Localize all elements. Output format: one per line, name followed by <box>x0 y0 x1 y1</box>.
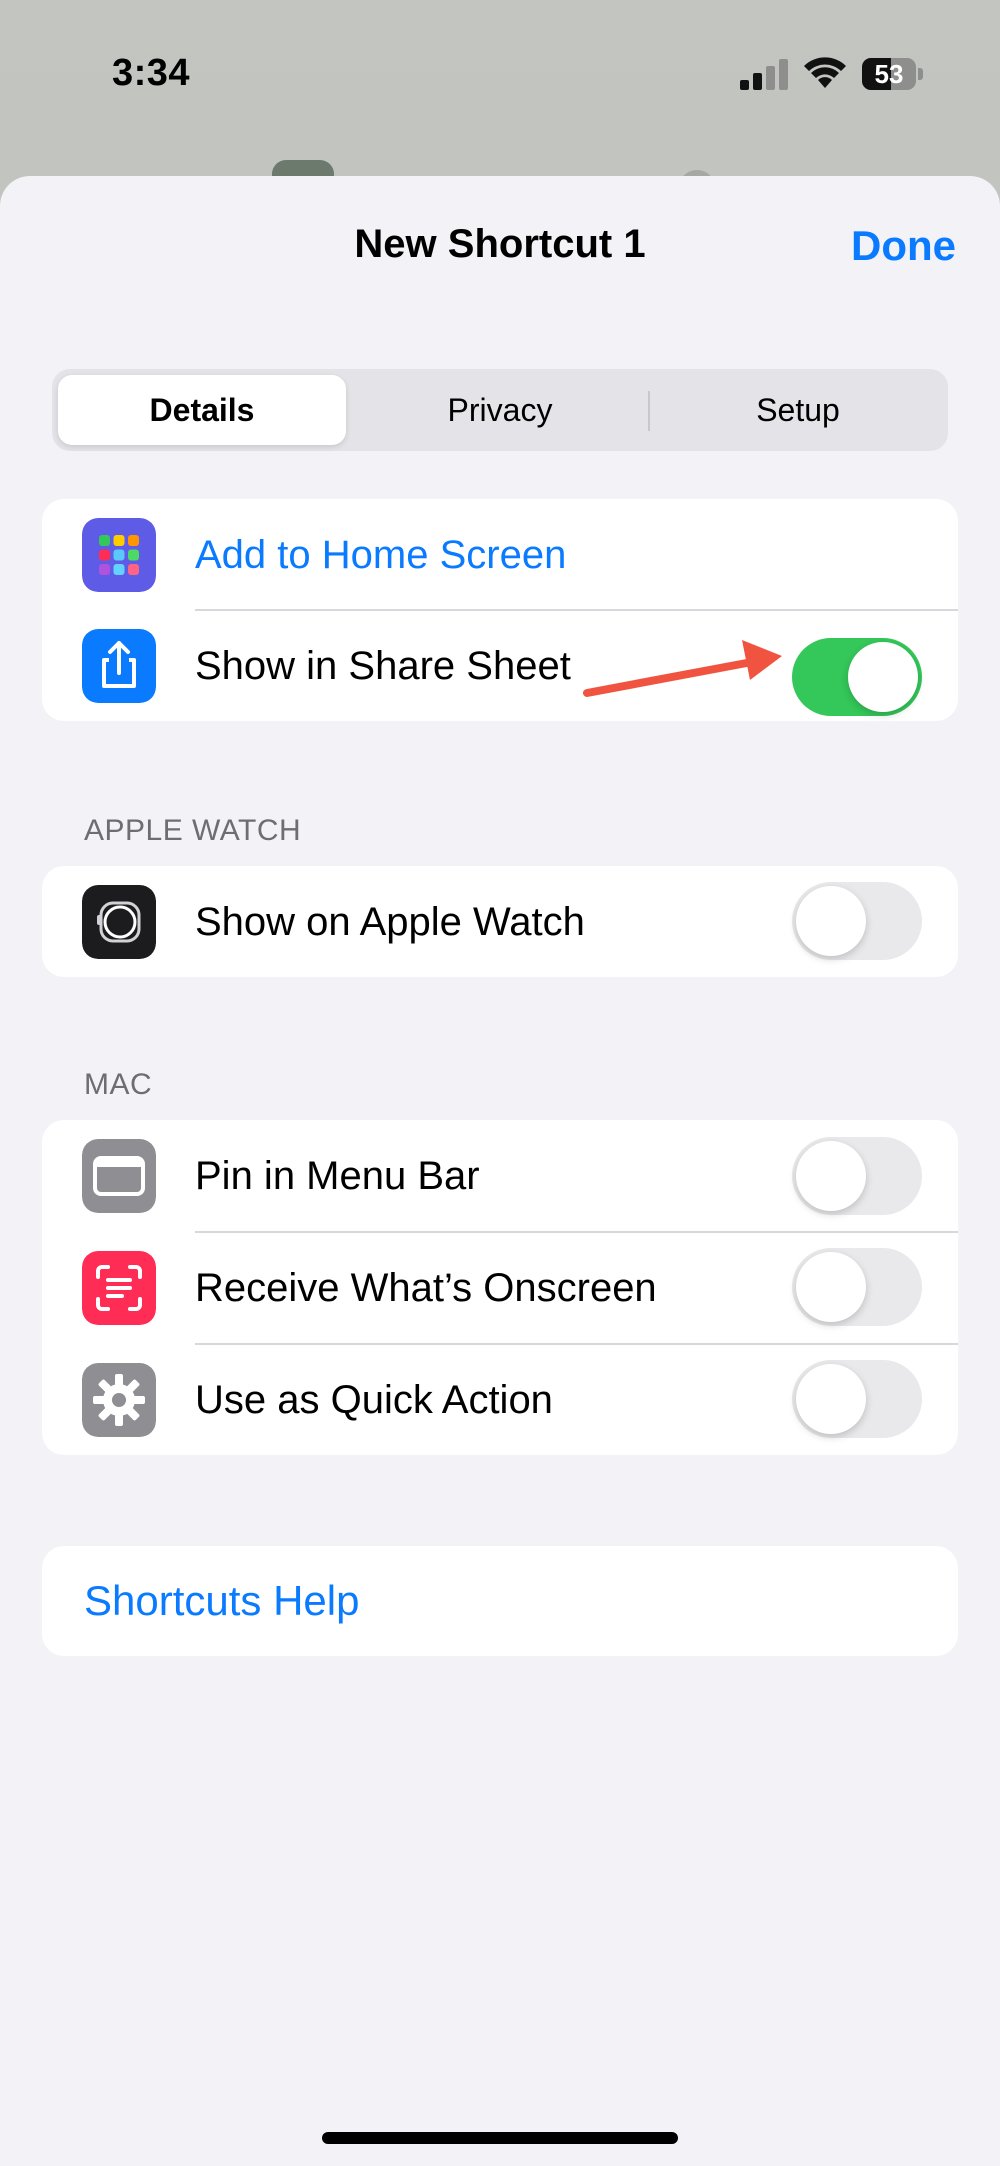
text-scan-icon <box>82 1251 156 1325</box>
receive-onscreen-row: Receive What’s Onscreen <box>42 1232 958 1344</box>
gear-icon <box>82 1363 156 1437</box>
show-on-watch-toggle[interactable] <box>792 882 922 960</box>
show-on-watch-row: Show on Apple Watch <box>42 866 958 977</box>
show-on-watch-label: Show on Apple Watch <box>195 900 585 944</box>
apple-watch-icon <box>82 885 156 959</box>
apple-watch-section-header: APPLE WATCH <box>84 814 302 847</box>
apple-watch-group: Show on Apple Watch <box>42 866 958 977</box>
quick-action-row: Use as Quick Action <box>42 1344 958 1455</box>
receive-onscreen-toggle[interactable] <box>792 1248 922 1326</box>
shortcuts-help-link[interactable]: Shortcuts Help <box>84 1546 359 1656</box>
mac-section-header: MAC <box>84 1068 153 1101</box>
home-indicator[interactable] <box>322 2132 678 2144</box>
pin-menu-bar-row: Pin in Menu Bar <box>42 1120 958 1232</box>
pin-menu-bar-toggle[interactable] <box>792 1137 922 1215</box>
quick-action-toggle[interactable] <box>792 1360 922 1438</box>
mac-group: Pin in Menu Bar Receive What’s Onscreen <box>42 1120 958 1455</box>
help-group: Shortcuts Help <box>42 1546 958 1656</box>
pin-menu-bar-label: Pin in Menu Bar <box>195 1154 480 1198</box>
receive-onscreen-label: Receive What’s Onscreen <box>195 1266 657 1310</box>
quick-action-label: Use as Quick Action <box>195 1378 553 1422</box>
menu-bar-window-icon <box>82 1139 156 1213</box>
